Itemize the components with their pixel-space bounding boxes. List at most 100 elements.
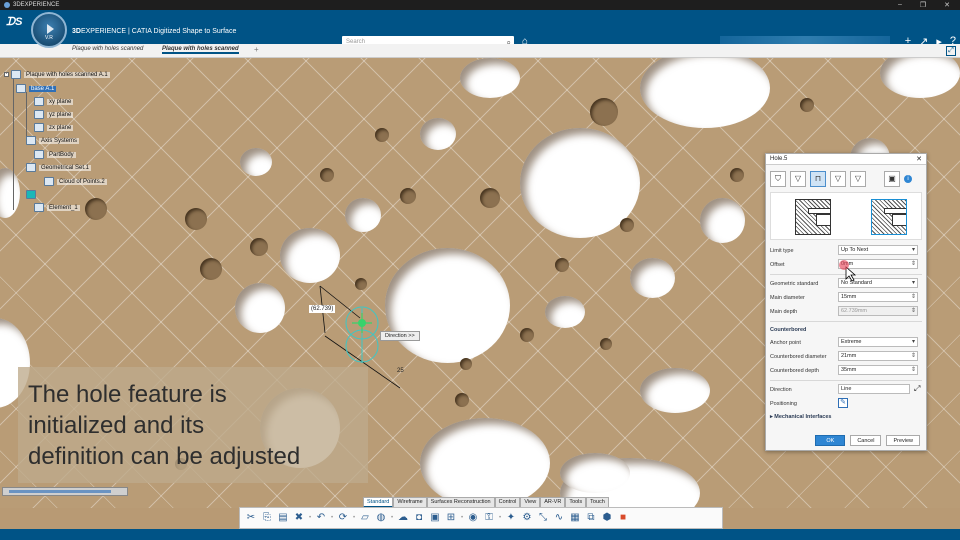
- counterbored-section-title: Counterbored: [770, 327, 807, 333]
- anchor-point-row: Anchor point Extreme: [770, 336, 922, 350]
- hole-icon[interactable]: ◘: [412, 511, 426, 525]
- paste-icon[interactable]: ▤: [276, 511, 290, 525]
- hole-preview-image: [795, 199, 831, 235]
- color-analysis-icon[interactable]: ■: [616, 511, 630, 525]
- limit-type-select[interactable]: Up To Next: [838, 245, 918, 255]
- tree-node-xy-plane[interactable]: xy plane: [47, 98, 74, 105]
- simple-hole-icon[interactable]: ⛉: [770, 171, 786, 187]
- counterdrilled-hole-icon[interactable]: ▽: [850, 171, 866, 187]
- cloud-icon: [44, 177, 54, 186]
- geometrical-set-icon: [26, 163, 36, 172]
- ok-button[interactable]: OK: [815, 435, 846, 446]
- hole-dialog: Hole.5 ✕ ⛉ ▽ ⊓ ▽ ▽ ▣ i Limit type Up To …: [765, 153, 927, 451]
- main-depth-row: Main depth 62.739mm: [770, 305, 922, 319]
- delete-icon[interactable]: ✖: [292, 511, 306, 525]
- direction-picker-icon[interactable]: ⤢: [914, 384, 920, 394]
- cloud-icon[interactable]: ☁: [396, 511, 410, 525]
- maximize-icon[interactable]: ❐: [920, 1, 926, 9]
- surface-icon[interactable]: ▦: [568, 511, 582, 525]
- cut-icon[interactable]: ✦: [504, 511, 518, 525]
- compass-button[interactable]: V.R: [31, 12, 67, 48]
- plane-icon: [34, 97, 44, 106]
- counterbored-hole-icon[interactable]: ⊓: [810, 171, 826, 187]
- curve-icon[interactable]: ∿: [552, 511, 566, 525]
- analysis-icon[interactable]: ⧉: [584, 511, 598, 525]
- tree-node-axis-systems[interactable]: Axis Systems: [39, 137, 80, 144]
- tree-node-zx-plane[interactable]: zx plane: [47, 124, 74, 131]
- lock-icon[interactable]: ⚿: [482, 511, 496, 525]
- limit-type-row: Limit type Up To Next: [770, 244, 922, 258]
- collapse-icon[interactable]: -: [4, 72, 9, 77]
- direction-row: Direction Line ⤢: [770, 384, 921, 394]
- scan-icon[interactable]: ◉: [466, 511, 480, 525]
- expand-icon[interactable]: ⤢: [946, 46, 956, 56]
- scissors-icon[interactable]: ✂: [244, 511, 258, 525]
- element-icon: [34, 203, 44, 212]
- measure-icon[interactable]: ⚙: [520, 511, 534, 525]
- tree-node-base[interactable]: base A.1: [29, 85, 57, 92]
- sphere-icon[interactable]: ◍: [374, 511, 388, 525]
- plane-icon: [34, 123, 44, 132]
- main-diameter-row: Main diameter 15mm: [770, 291, 922, 305]
- close-icon[interactable]: ✕: [916, 155, 922, 163]
- hole-preview-image-highlight: [871, 199, 907, 235]
- tree-node-yz-plane[interactable]: yz plane: [47, 111, 74, 118]
- pad-icon[interactable]: ▣: [428, 511, 442, 525]
- info-icon[interactable]: i: [904, 175, 912, 183]
- app-name: Digitized Shape to Surface: [153, 28, 237, 35]
- app-header: ᗪS 3DEXPERIENCE | CATIA Digitized Shape …: [0, 10, 960, 50]
- anchor-point-select[interactable]: Extreme: [838, 337, 918, 347]
- footer-strip: [0, 529, 960, 540]
- direction-field[interactable]: Line: [838, 384, 910, 394]
- app-title: 3DEXPERIENCE | CATIA Digitized Shape to …: [72, 28, 237, 35]
- positioning-sketch-icon[interactable]: ✎: [838, 398, 848, 408]
- tree-node-cloud-of-points[interactable]: Cloud of Points.2: [57, 178, 107, 185]
- tab-bar: Plaque with holes scanned Plaque with ho…: [0, 44, 960, 58]
- os-title-bar: 3DEXPERIENCE – ❐ ✕: [0, 0, 960, 10]
- counterbored-depth-row: Counterbored depth 35mm: [770, 364, 922, 378]
- axis-icon[interactable]: ⤡: [536, 511, 550, 525]
- counterbored-diameter-field[interactable]: 21mm: [838, 351, 918, 361]
- render-icon[interactable]: ⬢: [600, 511, 614, 525]
- catalog-icon[interactable]: ▣: [884, 171, 900, 187]
- dassault-logo-icon: ᗪS: [6, 16, 23, 28]
- countersunk-hole-icon[interactable]: ▽: [830, 171, 846, 187]
- undo-icon[interactable]: ↶: [314, 511, 328, 525]
- tutorial-caption: The hole feature is initialized and its …: [18, 367, 368, 483]
- tapered-hole-icon[interactable]: ▽: [790, 171, 806, 187]
- tree-root[interactable]: Plaque with holes scanned A.1: [24, 71, 110, 78]
- mechanical-interfaces-toggle[interactable]: ▸ Mechanical Interfaces: [770, 414, 922, 420]
- preview-button[interactable]: Preview: [886, 435, 920, 446]
- horizontal-scrollbar[interactable]: [2, 487, 128, 496]
- tree-node-partbody[interactable]: PartBody: [47, 151, 76, 158]
- mouse-cursor: [839, 260, 857, 282]
- close-icon[interactable]: ✕: [944, 1, 950, 9]
- add-tab-icon[interactable]: +: [254, 45, 259, 54]
- feature-icon: [26, 190, 36, 199]
- app-icon: [4, 2, 10, 8]
- body-icon: [34, 150, 44, 159]
- hole-preview: [770, 192, 922, 240]
- action-bar: ✂ ⎘ ▤ ✖ • ↶ • ⟳ • ▱ ◍ • ☁ ◘ ▣ ⊞ • ◉ ⚿ • …: [239, 507, 723, 529]
- plane-icon[interactable]: ▱: [358, 511, 372, 525]
- tab-document-1[interactable]: Plaque with holes scanned: [72, 46, 143, 52]
- tree-node-geometrical-set[interactable]: Geometrical Set.1: [39, 164, 92, 171]
- copy-icon[interactable]: ⎘: [260, 511, 274, 525]
- dimension-label-small[interactable]: 25: [397, 368, 404, 374]
- play-icon: [47, 24, 54, 34]
- cancel-button[interactable]: Cancel: [850, 435, 882, 446]
- direction-chip[interactable]: Direction >>: [380, 331, 420, 341]
- counterbored-diameter-row: Counterbored diameter 21mm: [770, 350, 922, 364]
- update-icon[interactable]: ⟳: [336, 511, 350, 525]
- main-diameter-field[interactable]: 15mm: [838, 292, 918, 302]
- mesh-icon[interactable]: ⊞: [444, 511, 458, 525]
- counterbored-depth-field[interactable]: 35mm: [838, 365, 918, 375]
- part-icon: [16, 84, 26, 93]
- axis-system-icon: [26, 136, 36, 145]
- tab-document-2[interactable]: Plaque with holes scanned: [162, 46, 239, 54]
- plane-icon: [34, 110, 44, 119]
- minimize-icon[interactable]: –: [898, 1, 902, 9]
- tree-node-element[interactable]: Element_1: [47, 204, 80, 211]
- dimension-label[interactable]: (62.739): [309, 305, 336, 313]
- positioning-row: Positioning ✎: [770, 397, 922, 411]
